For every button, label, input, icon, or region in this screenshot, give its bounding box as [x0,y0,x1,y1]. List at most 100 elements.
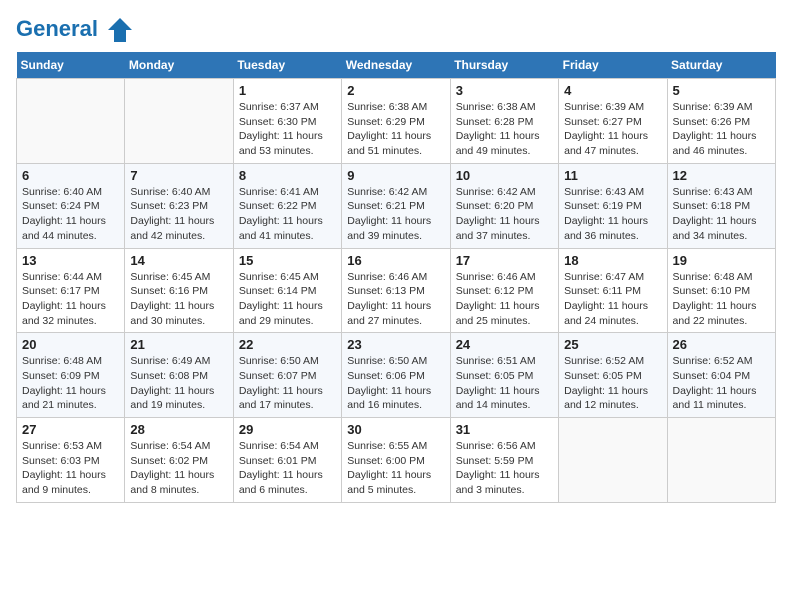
day-number: 19 [673,253,770,268]
day-number: 8 [239,168,336,183]
day-info: Sunrise: 6:39 AM Sunset: 6:26 PM Dayligh… [673,100,770,159]
day-number: 2 [347,83,444,98]
day-number: 31 [456,422,553,437]
calendar-day [17,79,125,164]
calendar-day: 7 Sunrise: 6:40 AM Sunset: 6:23 PM Daylig… [125,163,233,248]
day-number: 18 [564,253,661,268]
day-number: 28 [130,422,227,437]
calendar-day: 25Sunrise: 6:52 AM Sunset: 6:05 PM Dayli… [559,333,667,418]
calendar-day: 15 Sunrise: 6:45 AM Sunset: 6:14 PM Dayli… [233,248,341,333]
day-number: 23 [347,337,444,352]
calendar-day: 24 Sunrise: 6:51 AM Sunset: 6:05 PM Dayli… [450,333,558,418]
day-number: 6 [22,168,119,183]
day-number: 13 [22,253,119,268]
logo-text: General [16,16,134,44]
calendar-day [125,79,233,164]
col-header-friday: Friday [559,52,667,79]
col-header-saturday: Saturday [667,52,775,79]
calendar-day: 3 Sunrise: 6:38 AM Sunset: 6:28 PM Daylig… [450,79,558,164]
day-info: Sunrise: 6:52 AM Sunset: 6:04 PM Dayligh… [673,354,770,413]
calendar-day: 20 Sunrise: 6:48 AM Sunset: 6:09 PM Dayli… [17,333,125,418]
day-number: 17 [456,253,553,268]
col-header-tuesday: Tuesday [233,52,341,79]
day-info: Sunrise: 6:42 AM Sunset: 6:20 PM Dayligh… [456,185,553,244]
calendar-day: 17Sunrise: 6:46 AM Sunset: 6:12 PM Dayli… [450,248,558,333]
col-header-thursday: Thursday [450,52,558,79]
calendar-day: 10 Sunrise: 6:42 AM Sunset: 6:20 PM Dayli… [450,163,558,248]
day-info: Sunrise: 6:40 AM Sunset: 6:24 PM Dayligh… [22,185,119,244]
day-info: Sunrise: 6:48 AM Sunset: 6:10 PM Dayligh… [673,270,770,329]
day-info: Sunrise: 6:47 AM Sunset: 6:11 PM Dayligh… [564,270,661,329]
day-info: Sunrise: 6:42 AM Sunset: 6:21 PM Dayligh… [347,185,444,244]
day-info: Sunrise: 6:50 AM Sunset: 6:07 PM Dayligh… [239,354,336,413]
day-number: 27 [22,422,119,437]
day-info: Sunrise: 6:39 AM Sunset: 6:27 PM Dayligh… [564,100,661,159]
calendar-day: 28Sunrise: 6:54 AM Sunset: 6:02 PM Dayli… [125,418,233,503]
calendar-week-4: 20 Sunrise: 6:48 AM Sunset: 6:09 PM Dayli… [17,333,776,418]
day-info: Sunrise: 6:56 AM Sunset: 5:59 PM Dayligh… [456,439,553,498]
calendar-day [667,418,775,503]
day-number: 10 [456,168,553,183]
day-number: 4 [564,83,661,98]
calendar-day: 23Sunrise: 6:50 AM Sunset: 6:06 PM Dayli… [342,333,450,418]
day-number: 11 [564,168,661,183]
day-info: Sunrise: 6:46 AM Sunset: 6:13 PM Dayligh… [347,270,444,329]
logo: General [16,16,134,40]
day-info: Sunrise: 6:38 AM Sunset: 6:28 PM Dayligh… [456,100,553,159]
calendar-day: 22 Sunrise: 6:50 AM Sunset: 6:07 PM Dayli… [233,333,341,418]
calendar-week-3: 13 Sunrise: 6:44 AM Sunset: 6:17 PM Dayli… [17,248,776,333]
calendar-day: 31 Sunrise: 6:56 AM Sunset: 5:59 PM Dayli… [450,418,558,503]
calendar-day: 30 Sunrise: 6:55 AM Sunset: 6:00 PM Dayli… [342,418,450,503]
calendar-day: 12 Sunrise: 6:43 AM Sunset: 6:18 PM Dayli… [667,163,775,248]
calendar-day: 8Sunrise: 6:41 AM Sunset: 6:22 PM Daylig… [233,163,341,248]
day-number: 14 [130,253,227,268]
day-number: 12 [673,168,770,183]
day-info: Sunrise: 6:37 AM Sunset: 6:30 PM Dayligh… [239,100,336,159]
day-info: Sunrise: 6:51 AM Sunset: 6:05 PM Dayligh… [456,354,553,413]
day-number: 1 [239,83,336,98]
calendar-day: 18 Sunrise: 6:47 AM Sunset: 6:11 PM Dayli… [559,248,667,333]
calendar-header-row: SundayMondayTuesdayWednesdayThursdayFrid… [17,52,776,79]
day-info: Sunrise: 6:49 AM Sunset: 6:08 PM Dayligh… [130,354,227,413]
day-info: Sunrise: 6:55 AM Sunset: 6:00 PM Dayligh… [347,439,444,498]
calendar-table: SundayMondayTuesdayWednesdayThursdayFrid… [16,52,776,503]
day-info: Sunrise: 6:44 AM Sunset: 6:17 PM Dayligh… [22,270,119,329]
day-info: Sunrise: 6:40 AM Sunset: 6:23 PM Dayligh… [130,185,227,244]
day-info: Sunrise: 6:43 AM Sunset: 6:18 PM Dayligh… [673,185,770,244]
day-info: Sunrise: 6:45 AM Sunset: 6:16 PM Dayligh… [130,270,227,329]
day-info: Sunrise: 6:43 AM Sunset: 6:19 PM Dayligh… [564,185,661,244]
calendar-day: 29Sunrise: 6:54 AM Sunset: 6:01 PM Dayli… [233,418,341,503]
day-number: 30 [347,422,444,437]
col-header-sunday: Sunday [17,52,125,79]
calendar-day [559,418,667,503]
day-number: 20 [22,337,119,352]
calendar-day: 27 Sunrise: 6:53 AM Sunset: 6:03 PM Dayli… [17,418,125,503]
calendar-day: 14 Sunrise: 6:45 AM Sunset: 6:16 PM Dayli… [125,248,233,333]
day-number: 9 [347,168,444,183]
day-number: 3 [456,83,553,98]
calendar-day: 26 Sunrise: 6:52 AM Sunset: 6:04 PM Dayli… [667,333,775,418]
calendar-day: 2Sunrise: 6:38 AM Sunset: 6:29 PM Daylig… [342,79,450,164]
calendar-day: 1 Sunrise: 6:37 AM Sunset: 6:30 PM Daylig… [233,79,341,164]
day-info: Sunrise: 6:45 AM Sunset: 6:14 PM Dayligh… [239,270,336,329]
day-number: 21 [130,337,227,352]
day-info: Sunrise: 6:53 AM Sunset: 6:03 PM Dayligh… [22,439,119,498]
day-number: 29 [239,422,336,437]
calendar-day: 21 Sunrise: 6:49 AM Sunset: 6:08 PM Dayli… [125,333,233,418]
day-number: 7 [130,168,227,183]
day-number: 15 [239,253,336,268]
calendar-week-2: 6 Sunrise: 6:40 AM Sunset: 6:24 PM Daylig… [17,163,776,248]
col-header-wednesday: Wednesday [342,52,450,79]
day-number: 16 [347,253,444,268]
day-number: 22 [239,337,336,352]
calendar-day: 5Sunrise: 6:39 AM Sunset: 6:26 PM Daylig… [667,79,775,164]
calendar-week-5: 27 Sunrise: 6:53 AM Sunset: 6:03 PM Dayli… [17,418,776,503]
day-number: 24 [456,337,553,352]
calendar-week-1: 1 Sunrise: 6:37 AM Sunset: 6:30 PM Daylig… [17,79,776,164]
calendar-day: 6 Sunrise: 6:40 AM Sunset: 6:24 PM Daylig… [17,163,125,248]
calendar-day: 11 Sunrise: 6:43 AM Sunset: 6:19 PM Dayli… [559,163,667,248]
day-info: Sunrise: 6:48 AM Sunset: 6:09 PM Dayligh… [22,354,119,413]
day-number: 26 [673,337,770,352]
page-header: General [16,16,776,40]
calendar-day: 9 Sunrise: 6:42 AM Sunset: 6:21 PM Daylig… [342,163,450,248]
